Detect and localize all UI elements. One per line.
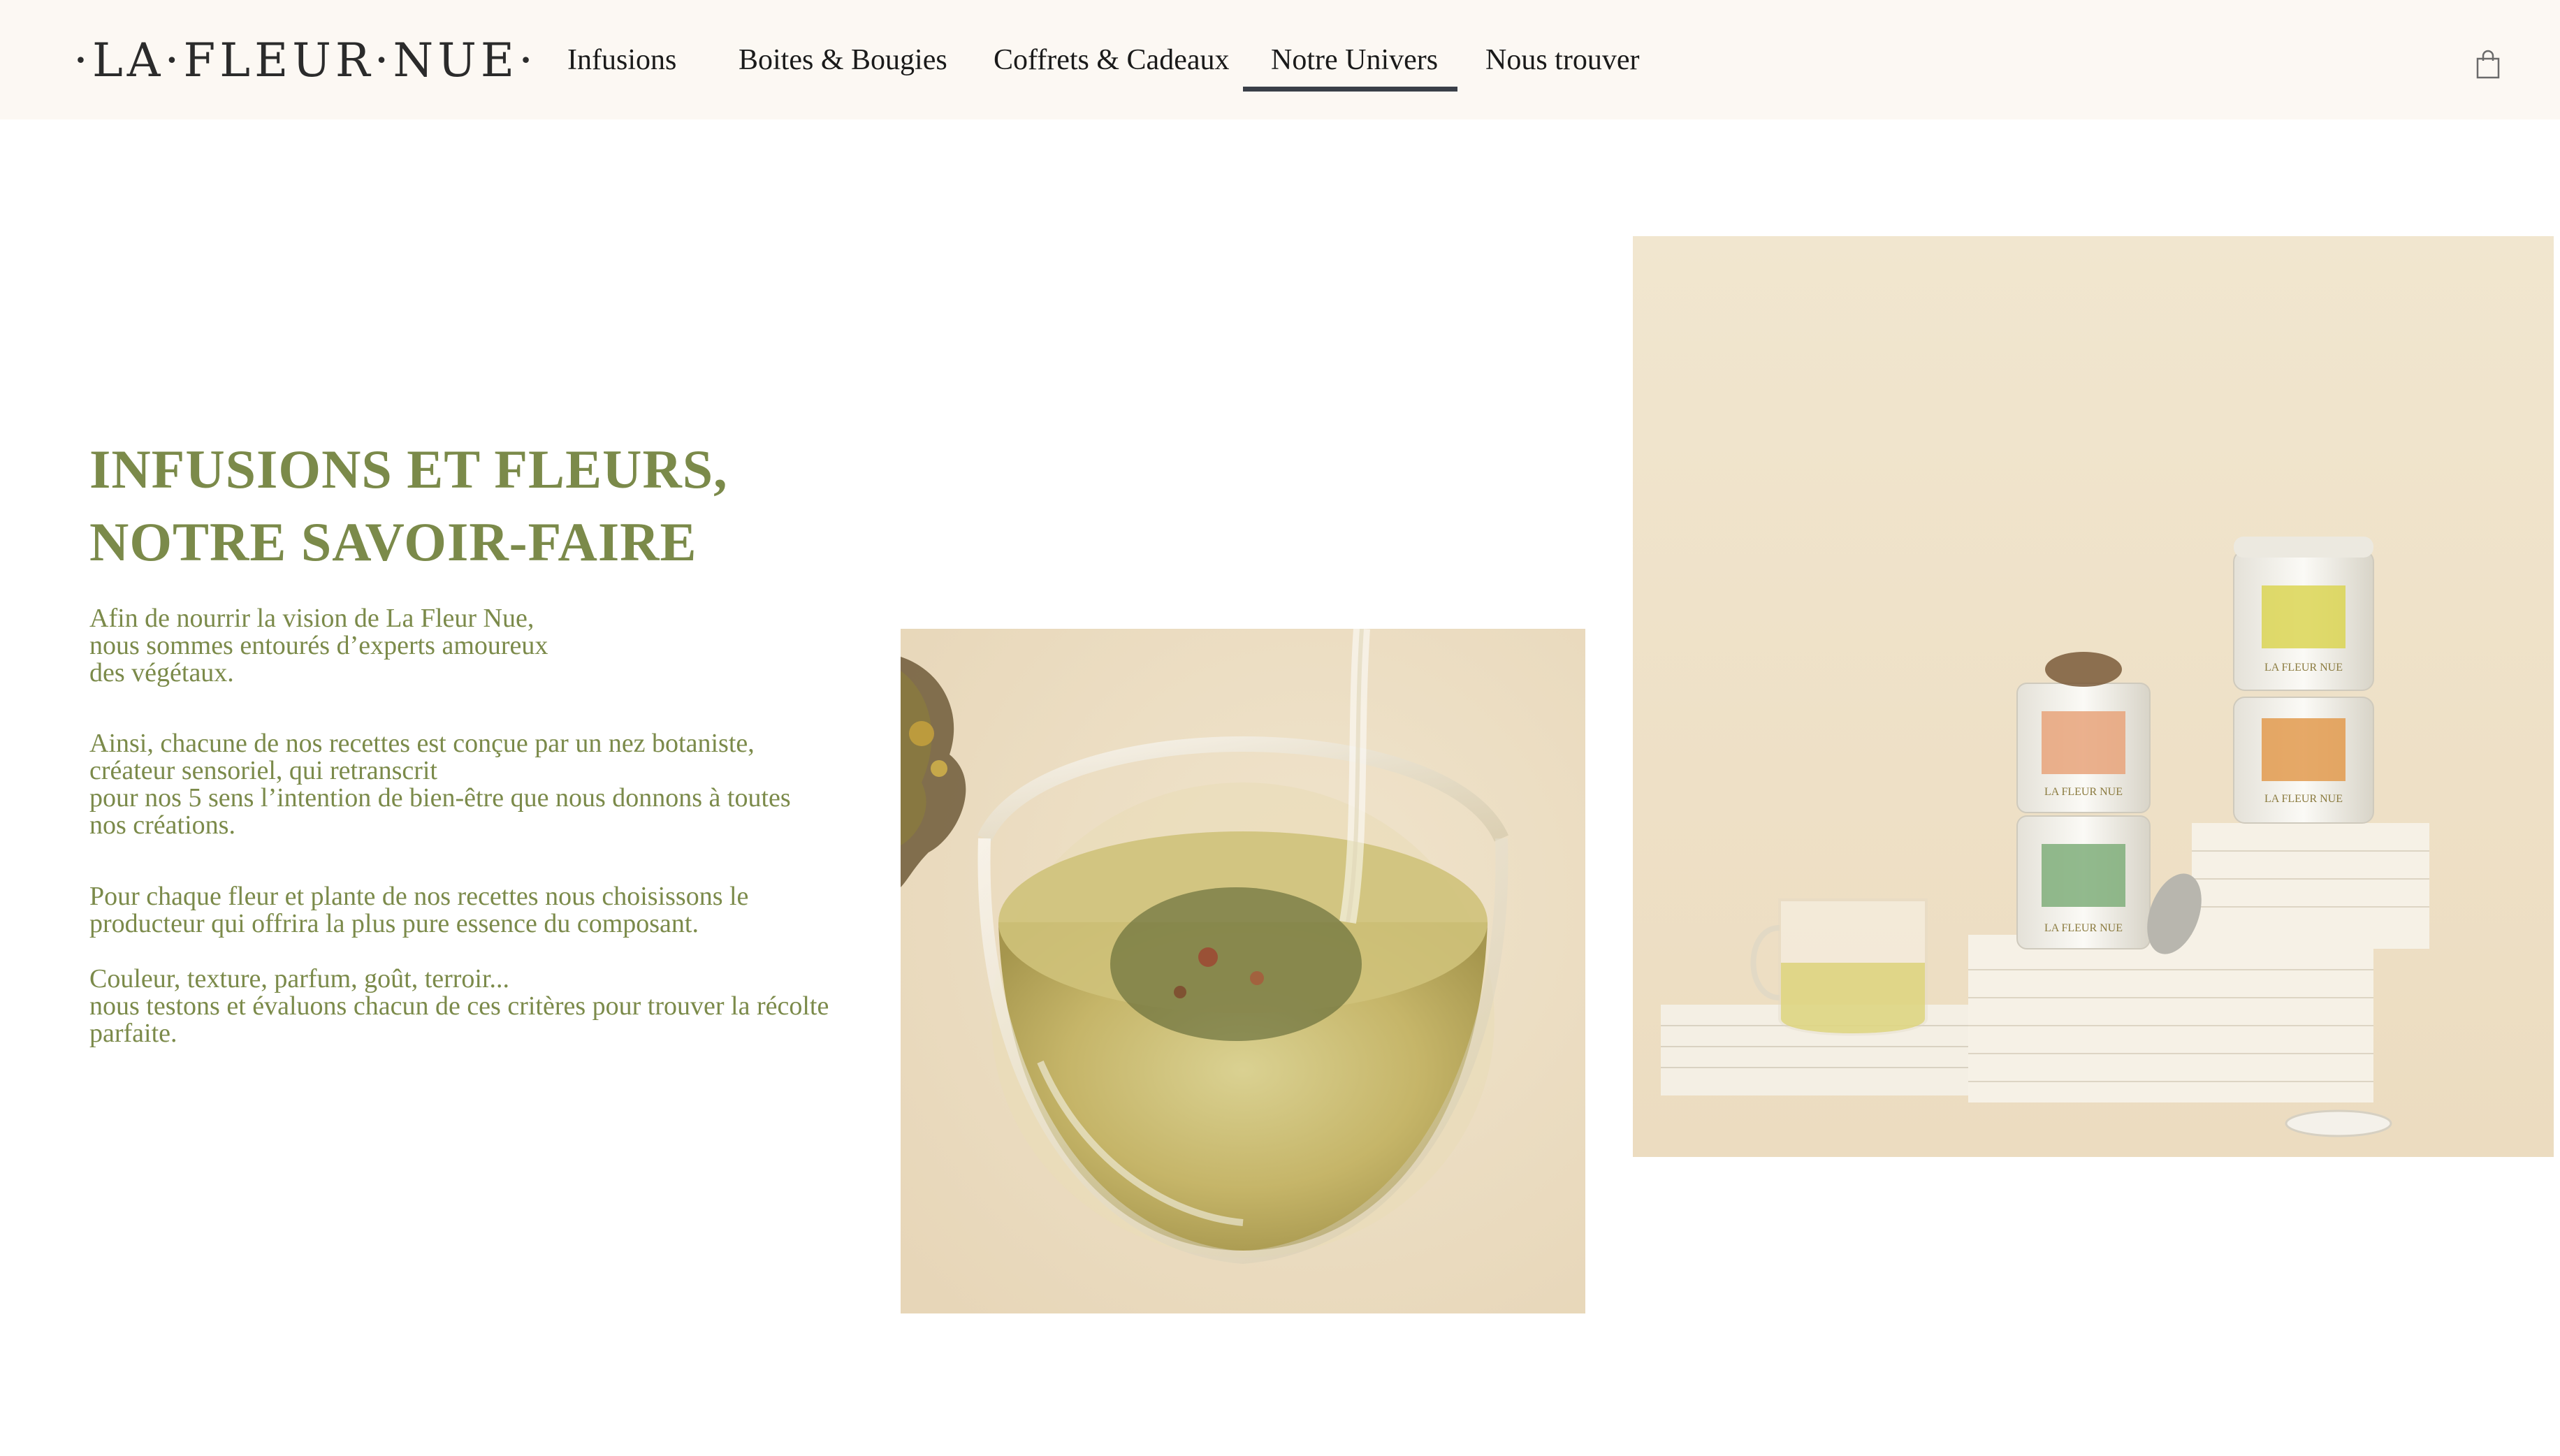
intro-paragraph: Afin de nourrir la vision de La Fleur Nu… <box>89 604 548 687</box>
tin-label-2: LA FLEUR NUE <box>2044 922 2123 934</box>
product-tins-photo: LA FLEUR NUE LA FLEUR NUE LA FLEUR NUE L… <box>1633 236 2554 1157</box>
shopping-bag-icon[interactable] <box>2476 50 2500 79</box>
tin-label-1: LA FLEUR NUE <box>2044 786 2123 798</box>
criteria-paragraph: Couleur, texture, parfum, goût, terroir.… <box>89 964 829 1048</box>
title-line-1: INFUSIONS ET FLEURS, <box>89 439 728 500</box>
active-nav-indicator <box>1243 87 1457 92</box>
producer-paragraph: Pour chaque fleur et plante de nos recet… <box>89 882 749 938</box>
nav-item-notre-univers[interactable]: Notre Univers <box>1271 39 1438 81</box>
infusion-cup-photo <box>901 629 1585 1313</box>
nav-item-infusions[interactable]: Infusions <box>567 39 676 81</box>
nav-item-coffrets-cadeaux[interactable]: Coffrets & Cadeaux <box>994 39 1229 81</box>
title-line-2: NOTRE SAVOIR-FAIRE <box>89 511 697 572</box>
nav-item-nous-trouver[interactable]: Nous trouver <box>1485 39 1639 81</box>
tin-label-3: LA FLEUR NUE <box>2264 662 2343 674</box>
tin-label-4: LA FLEUR NUE <box>2264 793 2343 805</box>
botanist-paragraph: Ainsi, chacune de nos recettes est conçu… <box>89 729 791 840</box>
site-header: ·LA·FLEUR·NUE· Infusions Boites & Bougie… <box>0 0 2560 119</box>
nav-item-boites-bougies[interactable]: Boites & Bougies <box>739 39 947 81</box>
page-title: INFUSIONS ET FLEURS, NOTRE SAVOIR-FAIRE <box>89 433 858 578</box>
brand-logo[interactable]: ·LA·FLEUR·NUE· <box>73 32 537 88</box>
